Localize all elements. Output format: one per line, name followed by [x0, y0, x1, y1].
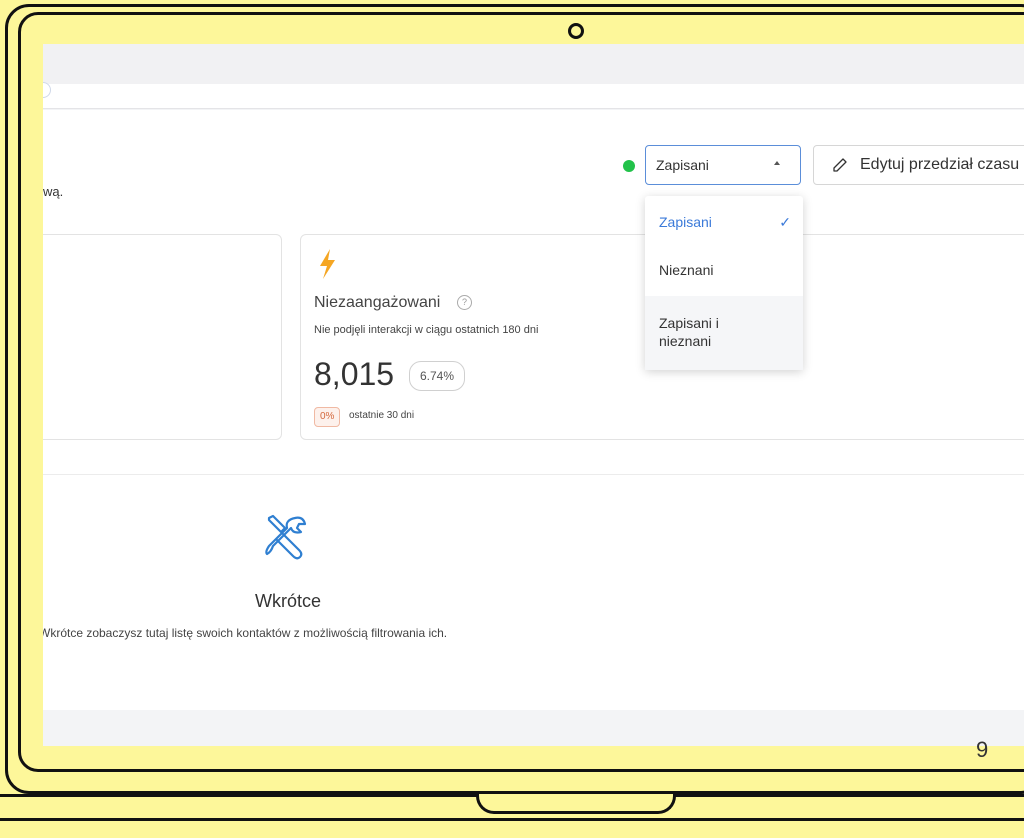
status-dot-icon	[623, 160, 635, 172]
laptop-notch	[476, 794, 676, 814]
camera-icon	[568, 23, 584, 39]
card-left	[43, 234, 282, 440]
coming-soon-title: Wkrótce	[255, 591, 322, 611]
option-label: Zapisani	[659, 214, 712, 230]
pencil-icon	[832, 157, 848, 178]
caret-up-icon	[774, 161, 780, 165]
coming-soon-description: Wkrótce zobaczysz tutaj listę swoich kon…	[43, 626, 448, 640]
contacts-filter-select[interactable]: Zapisani	[645, 145, 801, 185]
dropdown-option-unknown[interactable]: Nieznani	[645, 262, 803, 286]
delta-period: ostatnie 30 dni	[349, 410, 415, 421]
top-bar-strip	[43, 84, 1024, 109]
edit-time-range-button[interactable]: Edytuj przedział czasu	[813, 145, 1024, 185]
edit-time-range-label: Edytuj przedział czasu	[860, 156, 1020, 173]
filter-dropdown-menu: Zapisani ✓ Nieznani Zapisani i nieznani	[645, 196, 803, 370]
select-value: Zapisani	[656, 157, 709, 173]
section-divider	[43, 474, 1024, 475]
laptop-base-bottom	[0, 818, 1024, 821]
slide-page-number: 9	[976, 737, 989, 762]
checkmark-icon: ✓	[779, 214, 791, 230]
card-title: Niezaangażowani	[314, 294, 441, 311]
help-icon[interactable]: ?	[457, 295, 472, 310]
tools-icon	[263, 514, 309, 565]
card-description: Nie podjęli interakcji w ciągu ostatnich…	[314, 324, 539, 336]
dropdown-option-saved[interactable]: Zapisani ✓	[645, 214, 803, 238]
page-subtitle: wą.	[43, 184, 64, 199]
dropdown-option-saved-and-unknown[interactable]: Zapisani i nieznani	[645, 296, 803, 370]
option-label: Nieznani	[659, 262, 714, 278]
percent-badge: 6.74%	[409, 361, 466, 391]
option-label: Zapisani i nieznani	[659, 315, 719, 349]
lightning-icon	[317, 249, 337, 284]
delta-badge: 0%	[314, 407, 341, 427]
app-screen: wą. Zapisani Edytuj przedział czasu Niez…	[43, 44, 1024, 746]
card-value: 8,015	[314, 356, 395, 392]
